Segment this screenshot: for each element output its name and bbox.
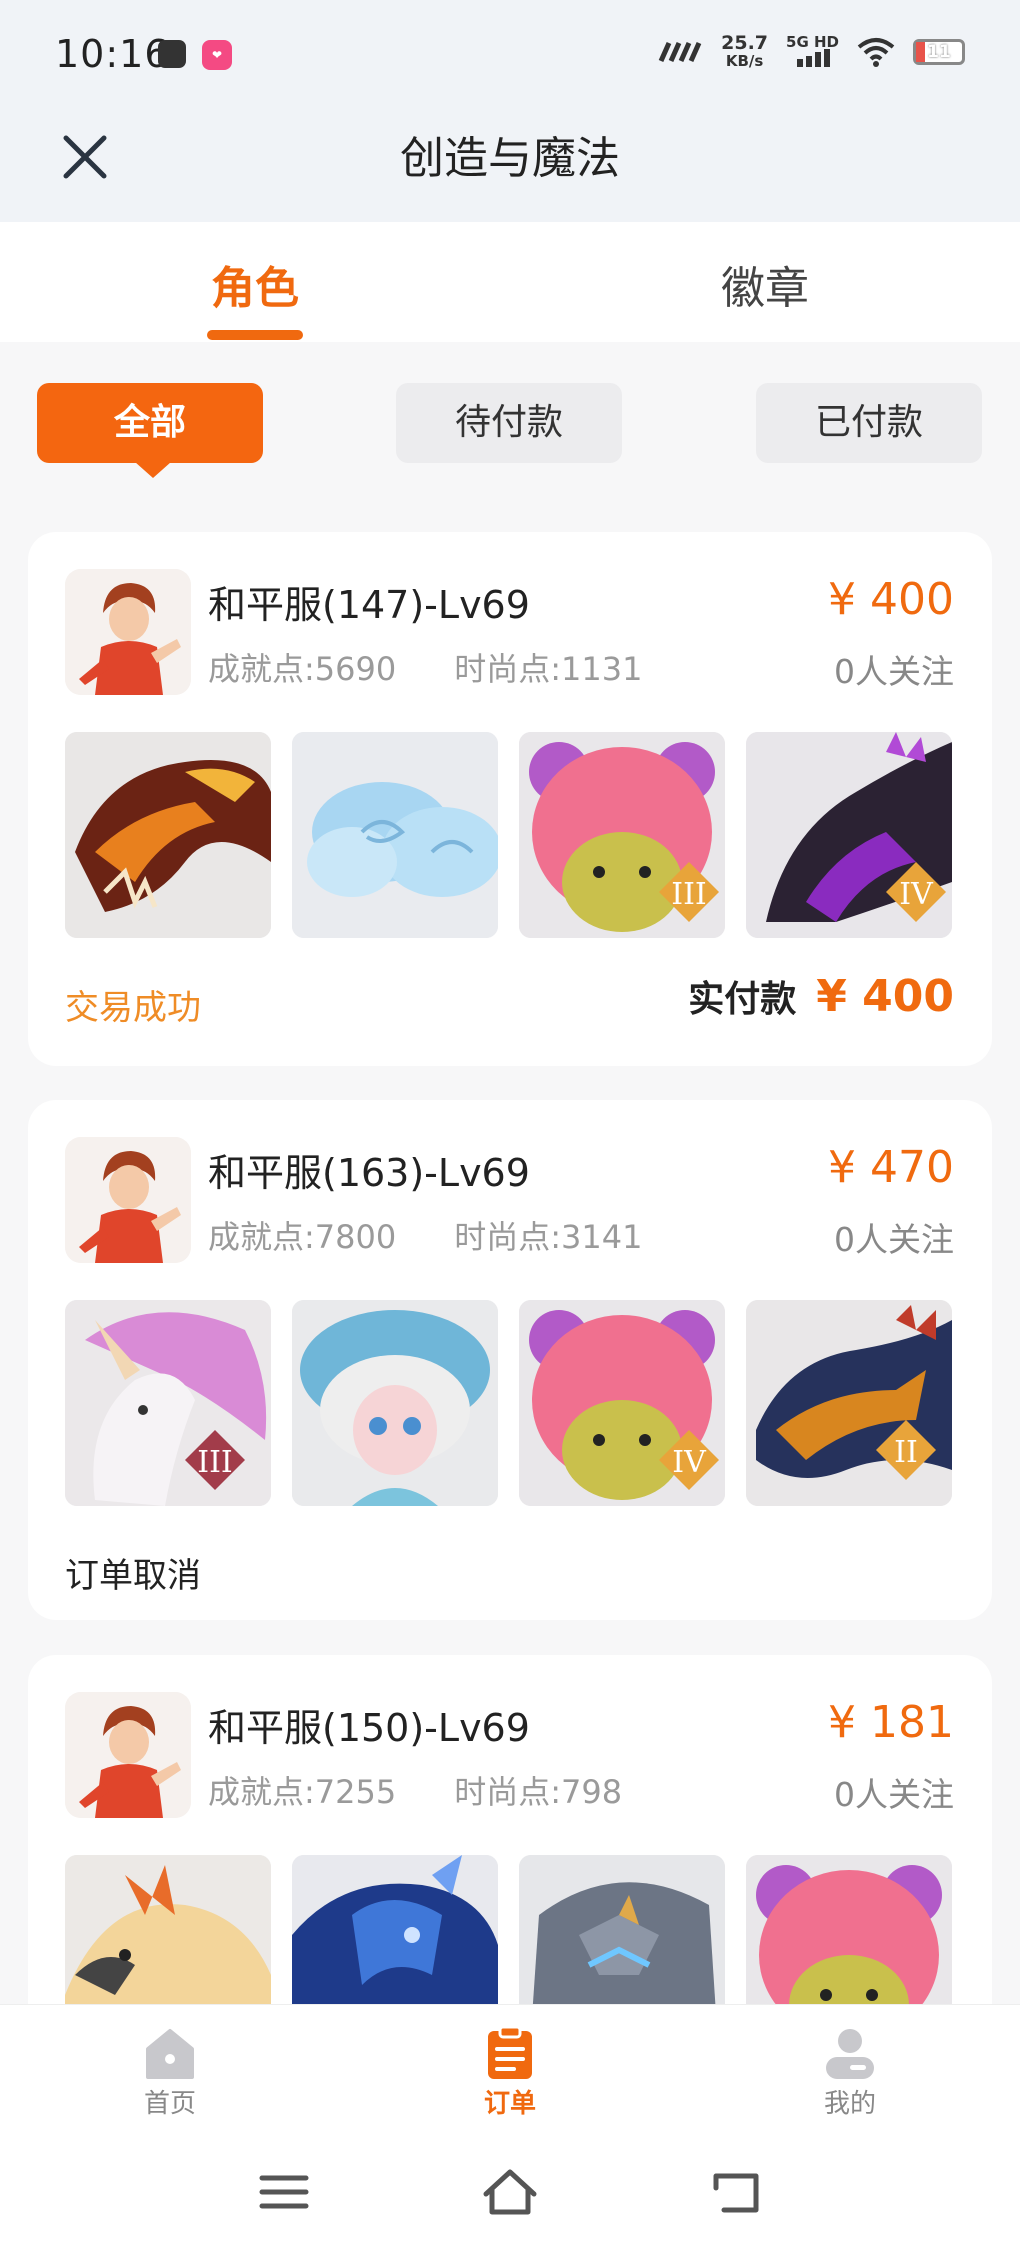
nav-orders[interactable]: 订单 bbox=[440, 2025, 580, 2120]
cellular-signal: 5G HD bbox=[786, 35, 839, 69]
network-speed: 25.7 KB/s bbox=[721, 32, 769, 71]
header: 创造与魔法 bbox=[0, 110, 1020, 222]
paid-value: ¥ 400 bbox=[816, 971, 954, 1022]
server-level: 和平服(150)-Lv69 bbox=[208, 1706, 530, 1750]
tab-badge[interactable]: 徽章 bbox=[635, 252, 895, 316]
order-price: ¥ 400 bbox=[828, 574, 954, 625]
speed-unit: KB/s bbox=[725, 52, 764, 70]
nfc-icon bbox=[658, 41, 702, 63]
order-status: 交易成功 bbox=[65, 988, 201, 1028]
red-dragon-mount-image bbox=[65, 732, 271, 938]
watcher-count: 0人关注 bbox=[834, 652, 954, 691]
order-card[interactable]: 和平服(147)-Lv69 成就点:5690 时尚点:1131 ¥ 400 0人… bbox=[28, 532, 992, 1066]
nav-home-label: 首页 bbox=[143, 2089, 196, 2119]
signal-bars-icon bbox=[796, 49, 830, 67]
fashion-points: 时尚点:798 bbox=[454, 1773, 623, 1811]
unicorn-mount-image: III bbox=[65, 1300, 271, 1506]
filter-paid-button[interactable]: 已付款 bbox=[756, 383, 982, 463]
cloud-mount-image bbox=[292, 732, 498, 938]
achievement-points: 成就点:7255 bbox=[208, 1773, 397, 1811]
nav-orders-label: 订单 bbox=[483, 2089, 536, 2119]
battery-icon: 11 bbox=[913, 39, 965, 65]
filter-all-button[interactable]: 全部 bbox=[37, 383, 263, 463]
svg-text:IV: IV bbox=[672, 1445, 707, 1480]
speed-value: 25.7 bbox=[721, 32, 769, 54]
battery-level: 11 bbox=[927, 42, 951, 62]
status-indicators: 25.7 KB/s 5G HD 11 bbox=[657, 34, 965, 70]
order-status: 订单取消 bbox=[65, 1556, 201, 1596]
nav-home[interactable]: 首页 bbox=[100, 2025, 240, 2120]
back-icon[interactable] bbox=[706, 2164, 766, 2220]
filter-active-pointer bbox=[135, 462, 171, 478]
system-nav bbox=[0, 2134, 1020, 2255]
message-notification-icon bbox=[158, 40, 186, 68]
pink-bear-mount-image: III bbox=[519, 732, 725, 938]
tab-role[interactable]: 角色 bbox=[125, 252, 385, 316]
svg-text:IV: IV bbox=[899, 877, 934, 912]
user-icon bbox=[826, 2029, 874, 2079]
svg-text:II: II bbox=[894, 1435, 918, 1470]
wifi-icon bbox=[857, 38, 895, 67]
watcher-count: 0人关注 bbox=[834, 1220, 954, 1259]
status-time: 10:16 bbox=[55, 32, 170, 76]
paid-amount: 实付款 ¥ 400 bbox=[688, 970, 954, 1022]
server-level: 和平服(163)-Lv69 bbox=[208, 1151, 530, 1195]
account-stats: 成就点:7255 时尚点:798 bbox=[208, 1767, 622, 1813]
character-avatar bbox=[65, 1692, 191, 1818]
pink-bear-mount-image: IV bbox=[519, 1300, 725, 1506]
golden-dragon-mount-image: II bbox=[746, 1300, 952, 1506]
watcher-count: 0人关注 bbox=[834, 1775, 954, 1814]
svg-text:III: III bbox=[671, 877, 707, 912]
nav-mine-label: 我的 bbox=[823, 2089, 876, 2119]
account-stats: 成就点:5690 时尚点:1131 bbox=[208, 644, 642, 690]
bottom-nav: 首页 订单 我的 bbox=[0, 2004, 1020, 2134]
character-avatar bbox=[65, 1137, 191, 1263]
fashion-points: 时尚点:1131 bbox=[454, 650, 643, 688]
order-card[interactable]: 和平服(163)-Lv69 成就点:7800 时尚点:3141 ¥ 470 0人… bbox=[28, 1100, 992, 1620]
tab-bar: 角色 徽章 bbox=[0, 222, 1020, 342]
server-level: 和平服(147)-Lv69 bbox=[208, 583, 530, 627]
order-price: ¥ 181 bbox=[828, 1697, 954, 1748]
item-thumbnails: III IV bbox=[65, 1300, 952, 1506]
fashion-points: 时尚点:3141 bbox=[454, 1218, 643, 1256]
achievement-points: 成就点:7800 bbox=[208, 1218, 397, 1256]
order-icon bbox=[488, 2025, 532, 2079]
account-stats: 成就点:7800 时尚点:3141 bbox=[208, 1212, 642, 1258]
nav-mine[interactable]: 我的 bbox=[780, 2025, 920, 2120]
page-title: 创造与魔法 bbox=[400, 133, 620, 184]
sheep-girl-mount-image bbox=[292, 1300, 498, 1506]
purple-dragon-mount-image: IV bbox=[746, 732, 952, 938]
paid-label: 实付款 bbox=[688, 979, 797, 1020]
item-thumbnails: III IV bbox=[65, 732, 952, 938]
system-home-icon[interactable] bbox=[480, 2164, 540, 2220]
tab-active-indicator bbox=[207, 330, 303, 340]
svg-text:III: III bbox=[197, 1445, 233, 1480]
order-price: ¥ 470 bbox=[828, 1142, 954, 1193]
network-type: 5G HD bbox=[786, 33, 839, 51]
character-avatar bbox=[65, 569, 191, 695]
filter-pending-button[interactable]: 待付款 bbox=[396, 383, 622, 463]
achievement-points: 成就点:5690 bbox=[208, 650, 397, 688]
app-notification-icon: ❤ bbox=[202, 40, 232, 70]
menu-icon[interactable] bbox=[254, 2164, 314, 2220]
status-bar: 10:16 ❤ 25.7 KB/s 5G HD 11 bbox=[0, 0, 1020, 110]
home-icon bbox=[146, 2029, 194, 2079]
